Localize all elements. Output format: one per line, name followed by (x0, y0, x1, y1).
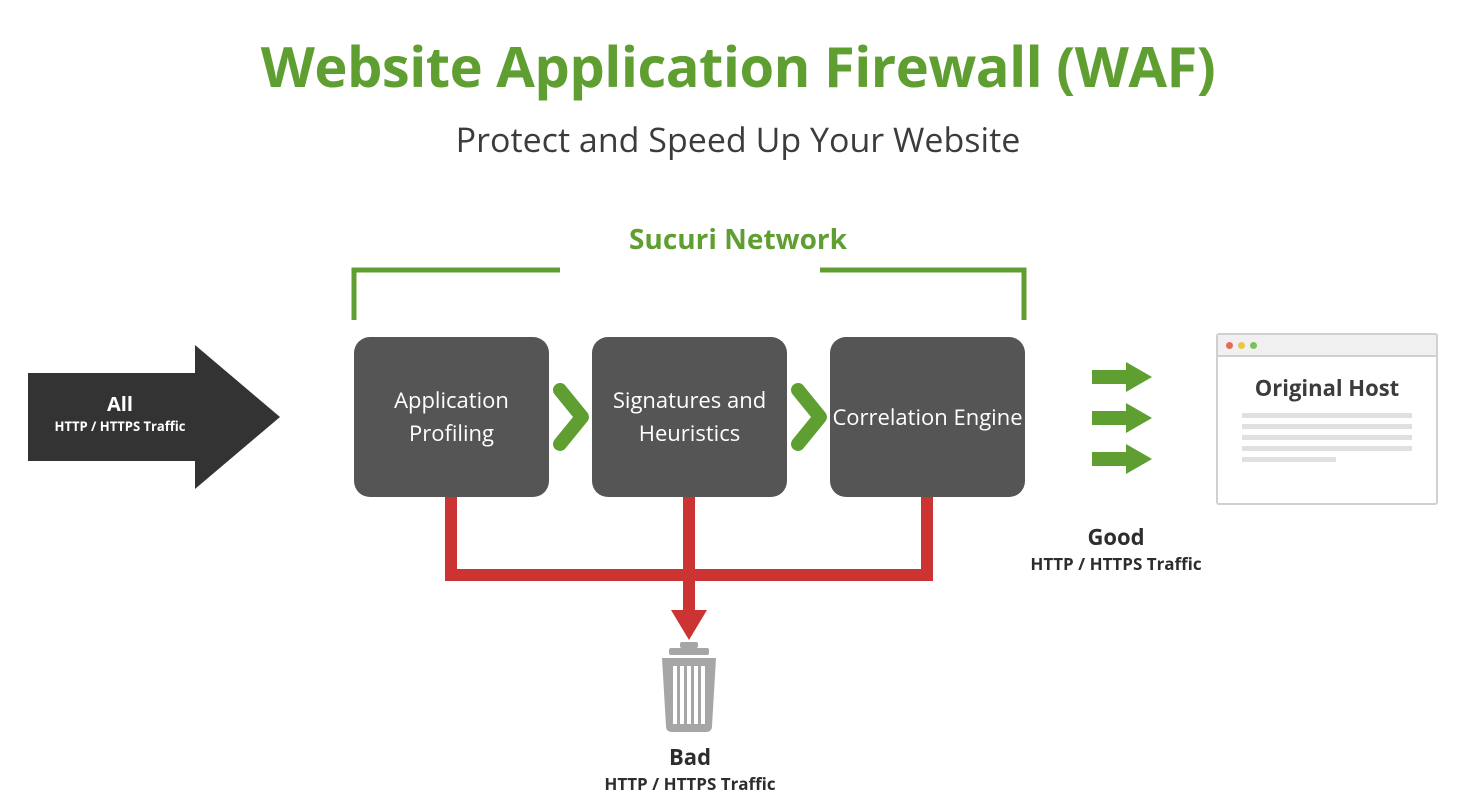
page-subtitle: Protect and Speed Up Your Website (0, 116, 1476, 162)
arrow-right-icon (1092, 362, 1152, 392)
input-arrow-icon (28, 345, 280, 489)
bad-line1: Bad (540, 742, 840, 772)
browser-titlebar (1218, 335, 1436, 357)
chevron-icon (560, 390, 582, 444)
good-line2: HTTP / HTTPS Traffic (1016, 552, 1216, 575)
stage-label: Correlation Engine (832, 401, 1022, 434)
chevron-icon (798, 390, 820, 444)
original-host-label: Original Host (1218, 373, 1436, 403)
network-label: Sucuri Network (0, 220, 1476, 258)
window-dot-yellow-icon (1238, 342, 1245, 349)
stage-application-profiling: Application Profiling (354, 337, 549, 497)
window-dot-red-icon (1226, 342, 1233, 349)
trash-slits (675, 666, 703, 724)
browser-content-lines (1218, 403, 1436, 462)
bad-traffic-label: Bad HTTP / HTTPS Traffic (540, 742, 840, 795)
input-arrow-line2: HTTP / HTTPS Traffic (35, 417, 205, 435)
bad-line2: HTTP / HTTPS Traffic (540, 772, 840, 795)
stage-label: Signatures and Heuristics (592, 384, 787, 450)
original-host-browser: Original Host (1216, 333, 1438, 505)
page-title: Website Application Firewall (WAF) (0, 28, 1476, 104)
bad-traffic-pipe (445, 497, 933, 615)
network-bracket (354, 270, 1024, 320)
input-arrow-line1: All (35, 390, 205, 417)
arrow-down-icon (671, 610, 707, 640)
arrow-right-icon (1092, 444, 1152, 474)
stage-label: Application Profiling (354, 384, 549, 450)
trash-icon (662, 642, 716, 732)
stage-correlation-engine: Correlation Engine (830, 337, 1025, 497)
arrow-right-icon (1092, 403, 1152, 433)
stage-signatures-heuristics: Signatures and Heuristics (592, 337, 787, 497)
window-dot-green-icon (1250, 342, 1257, 349)
good-traffic-label: Good HTTP / HTTPS Traffic (1016, 522, 1216, 575)
input-arrow-label: All HTTP / HTTPS Traffic (35, 390, 205, 435)
good-line1: Good (1016, 522, 1216, 552)
